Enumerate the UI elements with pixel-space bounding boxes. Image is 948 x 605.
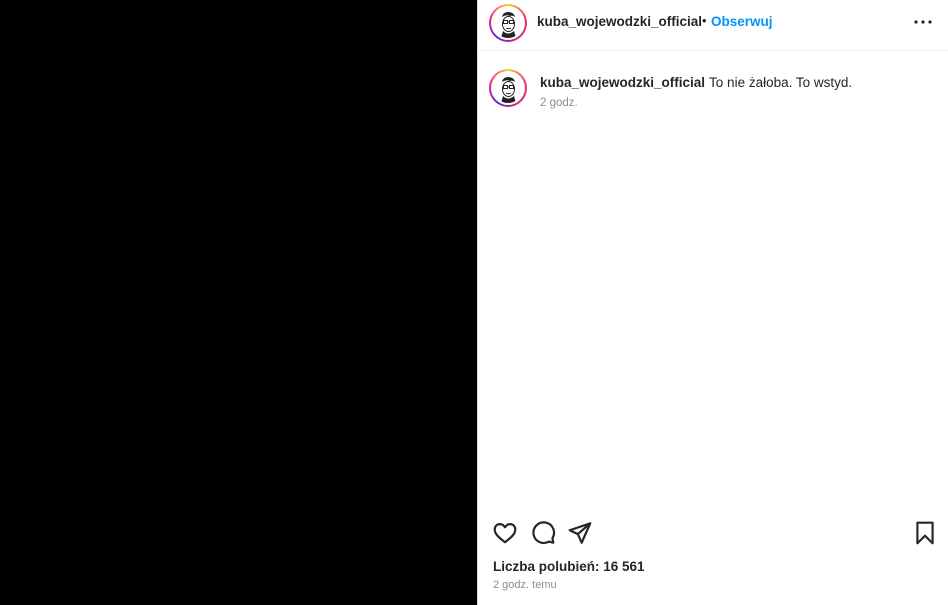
share-icon[interactable] <box>567 520 593 546</box>
post-timestamp[interactable]: 2 godz. temu <box>493 579 557 591</box>
caption-username[interactable]: kuba_wojewodzki_official <box>540 75 705 90</box>
face-sketch-icon <box>493 73 523 103</box>
bookmark-icon[interactable] <box>912 520 938 546</box>
heart-icon[interactable] <box>492 520 518 546</box>
likes-count[interactable]: Liczba polubień: 16 561 <box>493 559 645 574</box>
post-header: kuba_wojewodzki_official • Obserwuj <box>478 0 948 51</box>
action-bar <box>478 510 948 554</box>
post-media[interactable] <box>0 0 477 605</box>
caption-avatar[interactable] <box>489 69 527 107</box>
comment-icon[interactable] <box>530 520 556 546</box>
more-options-icon[interactable] <box>913 10 933 34</box>
separator-dot: • <box>702 13 707 28</box>
avatar[interactable] <box>489 4 527 42</box>
instagram-post-view: kuba_wojewodzki_official • Obserwuj kuba… <box>0 0 948 605</box>
caption-text: To nie żałoba. To wstyd. <box>709 75 853 90</box>
face-sketch-icon <box>493 8 523 38</box>
caption-timestamp[interactable]: 2 godz. <box>540 97 578 109</box>
caption-line: kuba_wojewodzki_official To nie żałoba. T… <box>540 75 852 90</box>
follow-button[interactable]: Obserwuj <box>711 14 773 29</box>
post-details-panel: kuba_wojewodzki_official • Obserwuj kuba… <box>477 0 948 605</box>
post-author-username[interactable]: kuba_wojewodzki_official <box>537 14 702 29</box>
